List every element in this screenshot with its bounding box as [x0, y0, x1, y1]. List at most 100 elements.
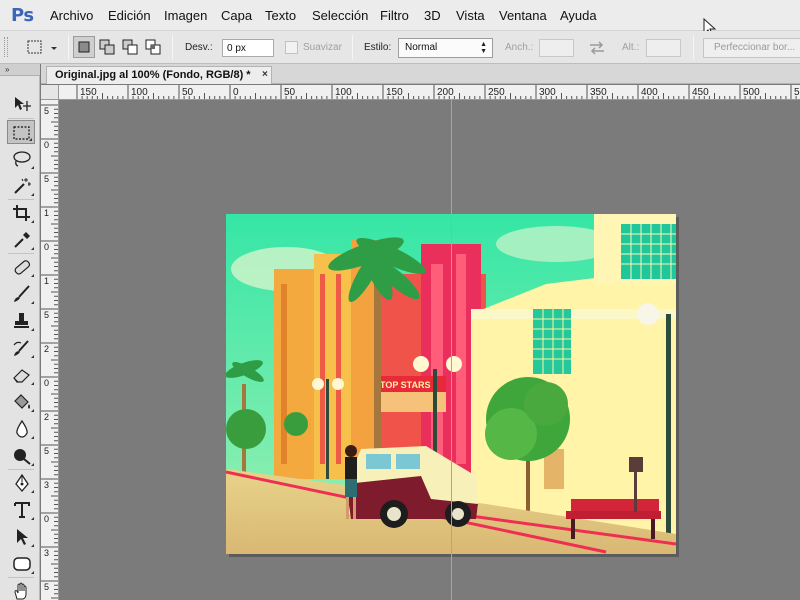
vertical-guide[interactable]: [451, 100, 452, 600]
menu-archivo[interactable]: Archivo: [50, 8, 93, 23]
vertical-ruler[interactable]: 505101520253035: [41, 100, 59, 600]
dodge-tool[interactable]: [8, 444, 36, 468]
swap-dimensions-icon[interactable]: [588, 40, 606, 56]
menu-ventana[interactable]: Ventana: [499, 8, 547, 23]
antialias-checkbox[interactable]: [285, 41, 298, 54]
path-selection-tool[interactable]: [8, 525, 36, 549]
type-tool[interactable]: [8, 498, 36, 522]
document-tab[interactable]: Original.jpg al 100% (Fondo, RGB/8) * ×: [46, 66, 272, 84]
menu-texto[interactable]: Texto: [265, 8, 296, 23]
ruler-label: 0: [233, 87, 239, 98]
horizontal-ruler[interactable]: 1501005005010015020025030035040045050055…: [59, 85, 800, 100]
new-selection-button[interactable]: [73, 36, 95, 58]
tool-group-indicator: [31, 301, 34, 304]
tool-separator: [8, 577, 34, 578]
blur-tool[interactable]: [8, 417, 36, 441]
tool-group-indicator: [31, 517, 34, 520]
document-canvas[interactable]: TOP STARS: [59, 100, 800, 600]
tool-group-indicator: [31, 274, 34, 277]
options-separator: [352, 35, 353, 60]
eraser-tool[interactable]: [8, 363, 36, 387]
close-icon[interactable]: ×: [262, 69, 268, 80]
menu-ayuda[interactable]: Ayuda: [560, 8, 597, 23]
ruler-label: 300: [539, 87, 556, 98]
crop-tool[interactable]: [8, 201, 36, 225]
ruler-label: 350: [590, 87, 607, 98]
tools-panel-collapse[interactable]: »: [0, 64, 40, 76]
style-select-value: Normal: [405, 42, 438, 53]
ruler-label: 150: [386, 87, 403, 98]
ruler-label: 50: [284, 87, 296, 98]
options-bar: Desv.: Suavizar Estilo: Normal ▲▼ Anch.:…: [0, 31, 800, 64]
options-separator: [693, 35, 694, 60]
tool-group-indicator: [31, 490, 34, 493]
height-input[interactable]: [646, 39, 681, 57]
tool-separator: [8, 469, 34, 470]
theater-sign: TOP STARS: [380, 380, 431, 390]
history-brush-tool[interactable]: [8, 336, 36, 360]
ruler-label: 5: [44, 174, 49, 184]
antialias-label: Suavizar: [303, 42, 342, 53]
width-label: Anch.:: [505, 42, 534, 53]
paint-bucket-icon: [14, 394, 30, 409]
ruler-label: 550: [794, 87, 800, 98]
feather-input[interactable]: [222, 39, 274, 57]
lasso-tool[interactable]: [8, 147, 36, 171]
ruler-label: 0: [44, 514, 49, 524]
hand-tool[interactable]: [8, 579, 36, 600]
crop-icon: [13, 205, 30, 221]
tool-group-indicator: [31, 409, 34, 412]
menu-seleccion[interactable]: Selección: [312, 8, 368, 23]
intersect-selection-icon: [145, 39, 161, 55]
rounded-rectangle-icon: [13, 557, 31, 571]
tool-preset-picker[interactable]: [24, 37, 64, 59]
tool-group-indicator: [31, 544, 34, 547]
clone-stamp-tool[interactable]: [8, 309, 36, 333]
arrow-pointer-icon: [17, 529, 28, 545]
app-logo: Ps: [11, 5, 34, 26]
menu-edicion[interactable]: Edición: [108, 8, 151, 23]
move-tool[interactable]: [8, 92, 36, 116]
quick-selection-tool[interactable]: [8, 174, 36, 198]
brush-tool[interactable]: [8, 282, 36, 306]
menu-capa[interactable]: Capa: [221, 8, 252, 23]
menu-imagen[interactable]: Imagen: [164, 8, 207, 23]
shape-tool[interactable]: [8, 552, 36, 576]
tool-group-indicator: [31, 247, 34, 250]
style-select[interactable]: Normal ▲ ▼: [398, 38, 493, 58]
ruler-label: 5: [44, 310, 49, 320]
marquee-preset-icon: [27, 40, 57, 54]
ruler-label: 250: [488, 87, 505, 98]
refine-edge-button[interactable]: Perfeccionar bor...: [703, 38, 800, 58]
menu-3d[interactable]: 3D: [424, 8, 441, 23]
tool-group-indicator: [31, 436, 34, 439]
lasso-icon: [13, 151, 31, 167]
pen-tool[interactable]: [8, 471, 36, 495]
width-input[interactable]: [539, 39, 574, 57]
subtract-from-selection-button[interactable]: [119, 36, 141, 58]
menu-vista[interactable]: Vista: [456, 8, 485, 23]
healing-brush-tool[interactable]: [8, 255, 36, 279]
ruler-label: 400: [641, 87, 658, 98]
add-to-selection-button[interactable]: [96, 36, 118, 58]
menu-filtro[interactable]: Filtro: [380, 8, 409, 23]
paint-bucket-tool[interactable]: [8, 390, 36, 414]
options-bar-grip[interactable]: [4, 37, 8, 57]
eyedropper-tool[interactable]: [8, 228, 36, 252]
options-separator: [68, 35, 69, 60]
ruler-label: 50: [182, 87, 194, 98]
ruler-label: 150: [80, 87, 97, 98]
document-tab-title: Original.jpg al 100% (Fondo, RGB/8) *: [55, 69, 251, 81]
photoshop-window: Ps Archivo Edición Imagen Capa Texto Sel…: [0, 0, 800, 600]
tool-separator: [8, 253, 34, 254]
tool-separator: [8, 199, 34, 200]
ruler-label: 1: [44, 208, 49, 218]
type-icon: [14, 502, 30, 518]
intersect-selection-button[interactable]: [142, 36, 164, 58]
menu-bar: Ps Archivo Edición Imagen Capa Texto Sel…: [0, 0, 800, 38]
rectangular-marquee-tool[interactable]: [7, 120, 35, 144]
magic-wand-icon: [14, 178, 31, 194]
ruler-origin[interactable]: [41, 85, 59, 100]
ruler-label: 2: [44, 412, 49, 422]
ruler-label: 100: [335, 87, 352, 98]
